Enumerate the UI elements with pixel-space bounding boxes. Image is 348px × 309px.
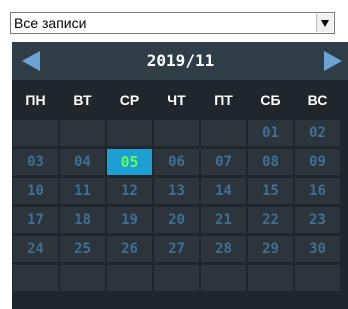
calendar: 2019/11 ПН ВТ СР ЧТ ПТ СБ ВС 01 02 03 04 05 06 07 08 0… [12, 42, 348, 309]
prev-month-icon[interactable] [22, 51, 40, 71]
calendar-header: 2019/11 [12, 42, 348, 80]
day-cell[interactable]: 20 [154, 207, 199, 233]
weekday-label: ВТ [73, 92, 92, 108]
weekday-label: ВС [307, 92, 328, 108]
day-cell[interactable]: 24 [13, 236, 58, 262]
empty-day-cell [107, 265, 152, 291]
day-cell[interactable]: 28 [201, 236, 246, 262]
day-cell[interactable]: 13 [154, 178, 199, 204]
empty-day-cell [107, 120, 152, 146]
day-cell[interactable]: 01 [248, 120, 293, 146]
empty-day-cell [201, 265, 246, 291]
empty-day-cell [60, 265, 105, 291]
day-cell[interactable]: 22 [248, 207, 293, 233]
calendar-widget: Все записи 2019/11 ПН ВТ СР ЧТ ПТ СБ ВС 01 02 03… [0, 0, 348, 309]
day-cell[interactable]: 04 [60, 149, 105, 175]
day-cell[interactable]: 03 [13, 149, 58, 175]
selected-day-cell[interactable]: 05 [107, 149, 152, 175]
empty-day-cell [201, 120, 246, 146]
day-cell[interactable]: 27 [154, 236, 199, 262]
day-cell[interactable]: 25 [60, 236, 105, 262]
weekday-label: ПН [25, 92, 46, 108]
empty-day-cell [154, 265, 199, 291]
day-cell[interactable]: 30 [295, 236, 340, 262]
weekday-label: ЧТ [167, 92, 186, 108]
day-cell[interactable]: 19 [107, 207, 152, 233]
day-cell[interactable]: 16 [295, 178, 340, 204]
day-cell[interactable]: 23 [295, 207, 340, 233]
empty-day-cell [13, 120, 58, 146]
records-filter-select[interactable]: Все записи [10, 12, 335, 34]
day-cell[interactable]: 17 [13, 207, 58, 233]
day-cell[interactable]: 11 [60, 178, 105, 204]
empty-day-cell [248, 265, 293, 291]
day-cell[interactable]: 02 [295, 120, 340, 146]
day-cell[interactable]: 10 [13, 178, 58, 204]
day-cell[interactable]: 26 [107, 236, 152, 262]
day-cell[interactable]: 07 [201, 149, 246, 175]
day-cell[interactable]: 18 [60, 207, 105, 233]
weekday-label: СБ [260, 92, 281, 108]
day-cell[interactable]: 09 [295, 149, 340, 175]
day-cell[interactable]: 29 [248, 236, 293, 262]
next-month-icon[interactable] [324, 51, 342, 71]
month-title: 2019/11 [146, 51, 215, 70]
weekday-label: СР [119, 92, 140, 108]
empty-day-cell [13, 265, 58, 291]
empty-day-cell [295, 265, 340, 291]
day-cell[interactable]: 15 [248, 178, 293, 204]
weekday-label: ПТ [214, 92, 233, 108]
empty-day-cell [154, 120, 199, 146]
day-cell[interactable]: 08 [248, 149, 293, 175]
records-filter-value: Все записи [14, 15, 87, 31]
weekday-row: ПН ВТ СР ЧТ ПТ СБ ВС [12, 80, 348, 120]
empty-day-cell [60, 120, 105, 146]
day-cell[interactable]: 21 [201, 207, 246, 233]
day-cell[interactable]: 06 [154, 149, 199, 175]
day-cell[interactable]: 14 [201, 178, 246, 204]
chevron-down-icon[interactable] [316, 14, 333, 32]
day-cell[interactable]: 12 [107, 178, 152, 204]
